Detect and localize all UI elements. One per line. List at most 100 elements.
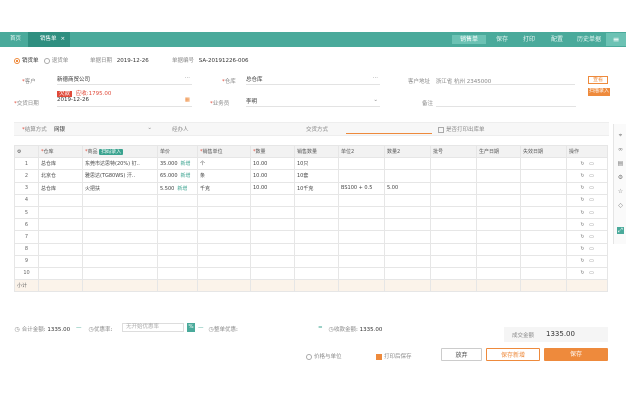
cell-unit[interactable] — [197, 230, 251, 244]
cell-exp[interactable] — [520, 181, 567, 195]
cell-qty[interactable] — [250, 242, 295, 256]
cell-qty2[interactable] — [384, 157, 431, 171]
cell-price[interactable] — [157, 266, 198, 281]
cell-mfg[interactable] — [476, 169, 521, 183]
cell-exp[interactable] — [520, 157, 567, 171]
table-row[interactable]: 7 ↻ ▭ — [14, 230, 608, 244]
cell-price[interactable] — [157, 205, 198, 220]
table-row[interactable]: 8 ↻ ▭ — [14, 242, 608, 256]
edit-icon[interactable]: ↻ — [580, 234, 585, 240]
cell-wh[interactable] — [38, 218, 83, 232]
delivery-method-field[interactable]: 交货方式 — [306, 125, 328, 133]
cell-wh[interactable] — [38, 242, 83, 256]
cell-qty2[interactable] — [384, 205, 431, 220]
view-button[interactable]: 查看 — [588, 76, 608, 84]
cell-qty[interactable] — [250, 205, 295, 220]
new-item-link[interactable]: 新增 — [181, 173, 191, 179]
cell-item[interactable]: 东莞市达思特(20%) 钉.. — [82, 157, 158, 171]
edit-icon[interactable]: ↻ — [580, 271, 585, 276]
chevron-down-icon[interactable]: ⌄ — [373, 97, 378, 103]
cell-sqty[interactable] — [294, 242, 339, 256]
edit-icon[interactable]: ↻ — [580, 210, 585, 216]
settlement-select[interactable]: 网银 ⌄ — [54, 125, 152, 133]
cell-mfg[interactable] — [476, 218, 521, 232]
settings-icon[interactable]: ⚙ — [14, 144, 39, 159]
remark-input[interactable] — [436, 106, 576, 107]
delete-icon[interactable]: ▭ — [589, 210, 594, 216]
edit-icon[interactable]: ↻ — [580, 222, 585, 228]
tag-icon[interactable]: ◇ — [617, 202, 624, 209]
cell-unit[interactable] — [197, 266, 251, 281]
scan-entry-badge[interactable]: 扫码录入 — [99, 149, 124, 156]
expand-icon[interactable]: ⤢ — [617, 227, 624, 234]
cell-qty2[interactable] — [384, 169, 431, 183]
whole-discount-field[interactable]: ◷整单优惠: — [208, 325, 238, 333]
toolbar-save-button[interactable]: 保存 — [489, 35, 515, 44]
cell-unit2[interactable] — [338, 218, 385, 232]
cell-qty2[interactable] — [384, 254, 431, 268]
cell-item[interactable] — [82, 218, 158, 232]
discount-rate-input[interactable]: 无开始优惠率 — [122, 323, 184, 332]
cell-sqty[interactable] — [294, 218, 339, 232]
cell-unit2[interactable] — [338, 230, 385, 244]
cell-unit[interactable] — [197, 193, 251, 207]
table-row[interactable]: 9 ↻ ▭ — [14, 254, 608, 268]
cell-batch[interactable] — [430, 181, 477, 195]
cell-exp[interactable] — [520, 266, 567, 281]
cell-qty2[interactable] — [384, 218, 431, 232]
cell-wh[interactable]: 北京仓 — [38, 169, 83, 183]
cell-price[interactable] — [157, 230, 198, 244]
tab-sales-order[interactable]: 销售单 × — [28, 32, 70, 47]
cell-price[interactable] — [157, 193, 198, 207]
cell-qty[interactable]: 10.00 — [250, 181, 295, 195]
cell-unit2[interactable] — [338, 266, 385, 281]
close-icon[interactable]: × — [61, 36, 66, 42]
cell-qty2[interactable] — [384, 266, 431, 281]
cell-price[interactable]: 35.000 新增 — [157, 157, 198, 171]
cell-unit2[interactable] — [338, 193, 385, 207]
cell-item[interactable]: 火把扶 — [82, 181, 158, 195]
cell-mfg[interactable] — [476, 242, 521, 256]
cell-unit[interactable] — [197, 218, 251, 232]
toolbar-sale-button[interactable]: 销售单 — [452, 35, 486, 44]
table-row[interactable]: 6 ↻ ▭ — [14, 218, 608, 232]
menu-icon[interactable]: ≡ — [606, 33, 626, 46]
star-icon[interactable]: ☆ — [617, 188, 624, 195]
link-icon[interactable]: ∞ — [617, 146, 624, 153]
cell-batch[interactable] — [430, 230, 477, 244]
more-icon[interactable]: ··· — [185, 75, 190, 81]
new-item-link[interactable]: 新增 — [181, 161, 191, 167]
cell-item[interactable]: 雅思达(TG80WS) 汗.. — [82, 169, 158, 183]
cell-unit2[interactable] — [338, 205, 385, 220]
radio-sale[interactable]: 销货单 — [14, 57, 39, 64]
cell-wh[interactable] — [38, 254, 83, 268]
print-out-checkbox[interactable]: 是否打印出库单 — [438, 125, 485, 133]
price-unit-check[interactable]: 价格与单位 — [306, 352, 342, 360]
cell-item[interactable] — [82, 254, 158, 268]
cell-mfg[interactable] — [476, 157, 521, 171]
delete-icon[interactable]: ▭ — [589, 222, 594, 228]
cell-batch[interactable] — [430, 266, 477, 281]
cell-unit[interactable]: 个 — [197, 157, 251, 171]
cell-price[interactable] — [157, 254, 198, 268]
cell-sqty[interactable]: 10套 — [294, 169, 339, 183]
cell-wh[interactable]: 总仓库 — [38, 157, 83, 171]
warehouse-select[interactable]: 总仓库 ··· — [246, 75, 380, 85]
table-row[interactable]: 2 北京仓 雅思达(TG80WS) 汗.. 65.000 新增条 10.00 10套 ↻ ▭ — [14, 169, 608, 183]
cell-item[interactable] — [82, 242, 158, 256]
cell-mfg[interactable] — [476, 193, 521, 207]
cell-exp[interactable] — [520, 218, 567, 232]
cell-unit[interactable] — [197, 242, 251, 256]
print-save-check[interactable]: 打印后保存 — [376, 352, 412, 360]
cell-qty2[interactable] — [384, 230, 431, 244]
edit-icon[interactable]: ↻ — [580, 247, 585, 252]
cell-batch[interactable] — [430, 157, 477, 171]
toolbar-print-button[interactable]: 打印 — [516, 35, 542, 44]
edit-icon[interactable]: ↻ — [580, 186, 585, 191]
order-date-field[interactable]: 单据日期 2019-12-26 — [90, 56, 149, 64]
cell-qty2[interactable] — [384, 242, 431, 256]
cell-qty2[interactable] — [384, 193, 431, 207]
cell-wh[interactable] — [38, 266, 83, 281]
cell-mfg[interactable] — [476, 205, 521, 220]
cell-unit2[interactable] — [338, 242, 385, 256]
